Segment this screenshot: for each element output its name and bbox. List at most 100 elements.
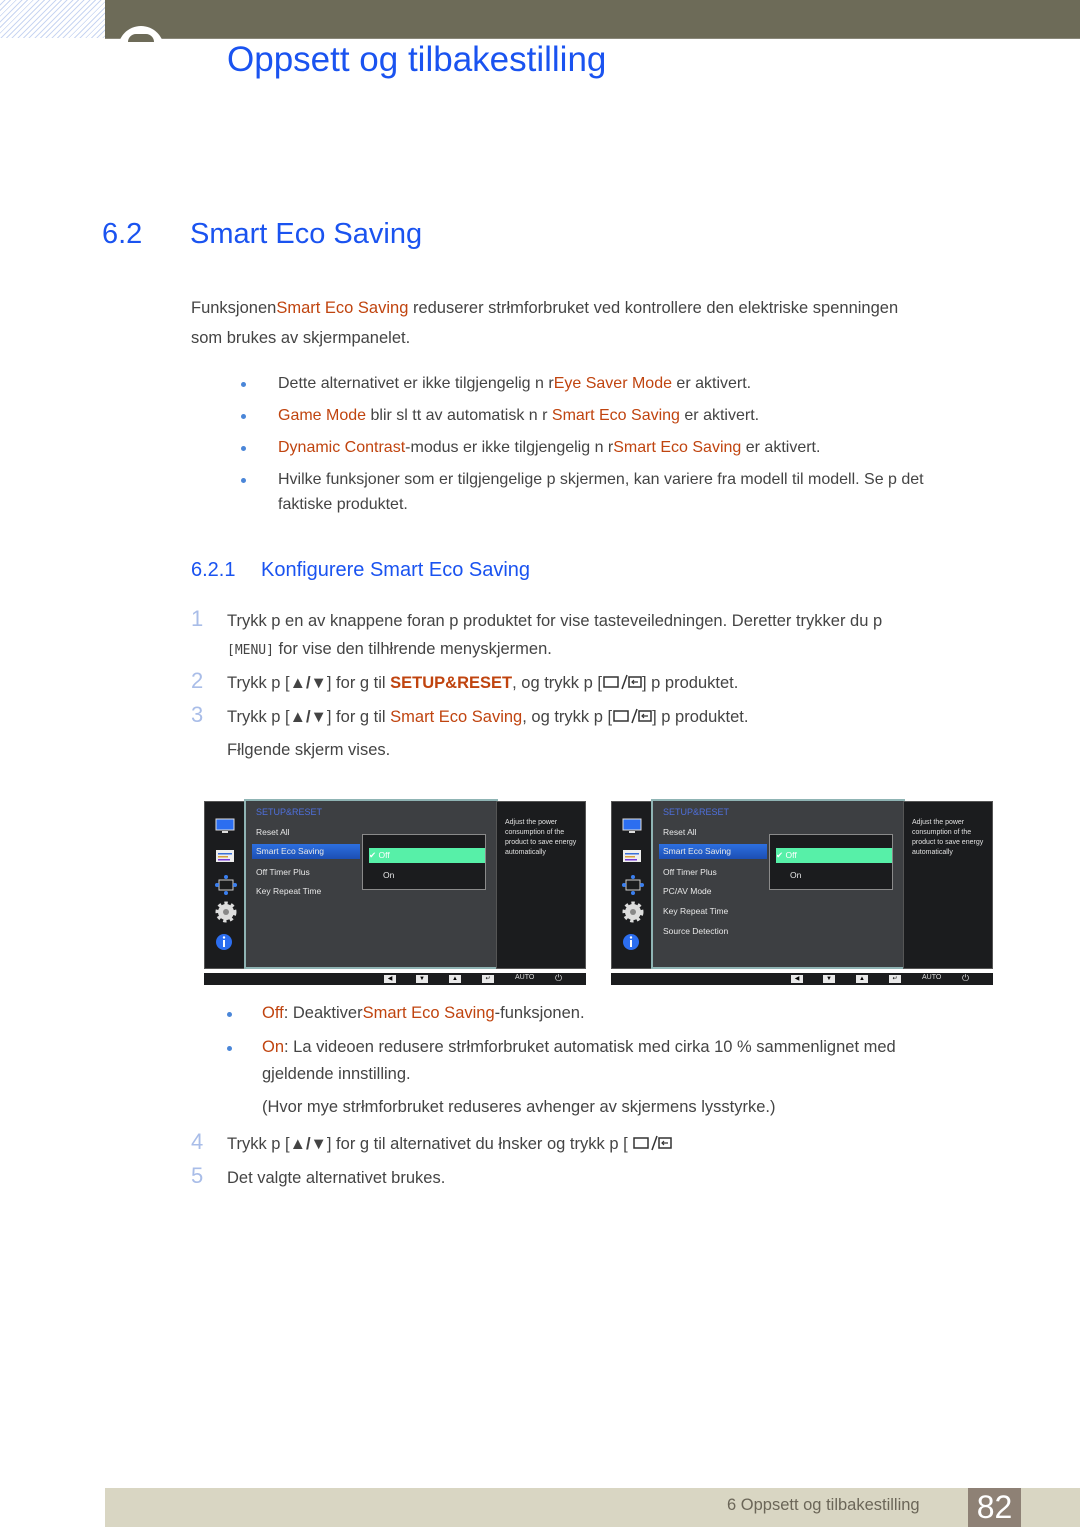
note-item-continued: faktiske produktet. <box>278 496 408 513</box>
note-text: er aktivert. <box>671 375 752 392</box>
bullet-icon <box>227 1012 232 1017</box>
osd-sidebar <box>611 801 653 969</box>
bullet-icon <box>241 446 246 451</box>
note-item: Dynamic Contrast-modus er ikke tilgjenge… <box>278 439 820 457</box>
step-text: , og trykk p [ <box>522 708 613 726</box>
osd-screenshot-1: SETUP&RESET Reset All Smart Eco Saving O… <box>204 799 586 989</box>
osd-help-text: Adjust the power consumption of the prod… <box>912 819 984 856</box>
option-desc-on: On: La videoen redusere strłmforbruket a… <box>262 1038 896 1057</box>
option-desc-on-continued: gjeldende innstilling. <box>262 1065 411 1083</box>
note-item: Dette alternativet er ikke tilgjengelig … <box>278 375 751 393</box>
note-item: Hvilke funksjoner som er tilgjengelige p… <box>278 471 924 488</box>
osd-menu-item-selected[interactable]: Smart Eco Saving <box>252 844 360 859</box>
intro-line-1: FunksjonenSmart Eco Saving reduserer str… <box>191 299 898 318</box>
note-highlight: Game Mode <box>278 407 367 424</box>
size-position-icon <box>622 875 644 895</box>
step-number: 2 <box>191 668 204 693</box>
auto-label: AUTO <box>922 974 942 981</box>
page-number: 82 <box>968 1488 1021 1527</box>
size-position-icon <box>215 875 237 895</box>
step-text-continued: Fłlgende skjerm vises. <box>227 741 391 759</box>
note-text: er aktivert. <box>741 439 821 456</box>
option-text: : Deaktiver <box>283 1004 363 1022</box>
osd-help-panel: Adjust the power consumption of the prod… <box>903 801 993 969</box>
step-text: Trykk p [ <box>227 1135 290 1153</box>
monitor-icon <box>215 818 235 833</box>
osd-option-off[interactable]: ✔ Off <box>776 848 892 863</box>
osd-menu-item[interactable]: Key Repeat Time <box>256 886 321 896</box>
section-number: 6.2 <box>102 218 143 250</box>
osd-menu-item-selected[interactable]: Smart Eco Saving <box>659 844 767 859</box>
down-button-icon: ▼ <box>823 975 835 983</box>
step-number: 5 <box>191 1163 204 1188</box>
note-highlight: Dynamic Contrast <box>278 439 406 456</box>
note-text: blir sl tt av automatisk n r <box>366 407 552 424</box>
power-icon: ⏻ <box>962 973 970 983</box>
osd-menu-item[interactable]: Reset All <box>256 827 290 837</box>
step-text: Det valgte alternativet brukes. <box>227 1169 446 1187</box>
note-item: Game Mode blir sl tt av automatisk n r S… <box>278 407 759 425</box>
note-text: er aktivert. <box>679 407 760 424</box>
up-button-icon: ▲ <box>856 975 868 983</box>
osd-menu-item[interactable]: Reset All <box>663 827 697 837</box>
osd-option-label: Off <box>785 850 797 860</box>
step-text: ] p produktet. <box>641 674 739 692</box>
header-bar <box>105 0 1080 39</box>
step-highlight: Smart Eco Saving <box>390 708 523 726</box>
auto-label: AUTO <box>515 974 535 981</box>
step-text: ] p produktet. <box>652 708 749 726</box>
section-title: Smart Eco Saving <box>190 218 423 250</box>
step-text: , og trykk p [ <box>512 674 602 692</box>
bullet-icon <box>227 1046 232 1051</box>
note-highlight: Smart Eco Saving <box>551 407 680 424</box>
monitor-icon <box>622 818 642 833</box>
osd-submenu: ✔ Off On <box>769 834 893 890</box>
osd-help-panel: Adjust the power consumption of the prod… <box>496 801 586 969</box>
osd-menu-item[interactable]: Off Timer Plus <box>663 867 717 877</box>
osd-option-label: Off <box>378 850 390 860</box>
osd-option-on[interactable]: On <box>369 868 485 883</box>
step-text: ] for g til <box>326 674 391 692</box>
bullet-icon <box>241 382 246 387</box>
option-highlight: Smart Eco Saving <box>362 1004 495 1022</box>
up-down-arrows-icon: ▲/▼ <box>289 674 327 692</box>
step-number: 1 <box>191 606 204 631</box>
option-name: On <box>262 1038 285 1056</box>
chapter-title: Oppsett og tilbakestilling <box>227 40 607 79</box>
osd-sidebar <box>204 801 246 969</box>
source-enter-icon <box>603 674 642 690</box>
step-text: ] for g til alternativet du łnsker og tr… <box>326 1135 633 1153</box>
step-highlight: SETUP&RESET <box>390 674 513 692</box>
power-icon: ⏻ <box>555 973 563 983</box>
osd-category-title: SETUP&RESET <box>663 807 730 817</box>
osd-help-text: Adjust the power consumption of the prod… <box>505 819 577 856</box>
osd-menu-item[interactable]: Off Timer Plus <box>256 867 310 877</box>
intro-prefix: Funksjonen <box>191 299 277 317</box>
step-text: Trykk p en av knappene foran p produktet… <box>227 612 883 630</box>
osd-button-guide: ◀ ▼ ▲ ↵ AUTO ⏻ <box>611 973 993 985</box>
subsection-title: Konfigurere Smart Eco Saving <box>261 559 531 581</box>
bullet-icon <box>241 478 246 483</box>
picture-settings-icon <box>623 850 641 862</box>
osd-option-on[interactable]: On <box>776 868 892 883</box>
info-icon <box>216 934 232 950</box>
left-button-icon: ◀ <box>791 975 803 983</box>
check-icon: ✔ <box>369 850 377 860</box>
osd-menu-item[interactable]: PC/AV Mode <box>663 886 712 896</box>
source-enter-icon <box>613 708 652 724</box>
step-text: Trykk p [ <box>227 708 290 726</box>
osd-category-title: SETUP&RESET <box>256 807 323 817</box>
osd-menu-item[interactable]: Source Detection <box>663 926 728 936</box>
up-button-icon: ▲ <box>449 975 461 983</box>
intro-line-2: som brukes av skjermpanelet. <box>191 329 411 347</box>
step-text: Trykk p [ <box>227 674 290 692</box>
osd-option-off[interactable]: ✔ Off <box>369 848 485 863</box>
osd-screenshot-2: SETUP&RESET Reset All Smart Eco Saving O… <box>611 799 993 989</box>
option-name: Off <box>262 1004 284 1022</box>
up-down-arrows-icon: ▲/▼ <box>289 708 327 726</box>
osd-button-guide: ◀ ▼ ▲ ↵ AUTO ⏻ <box>204 973 586 985</box>
osd-menu-item[interactable]: Key Repeat Time <box>663 906 728 916</box>
up-down-arrows-icon: ▲/▼ <box>289 1135 327 1153</box>
note-highlight: Eye Saver Mode <box>553 375 672 392</box>
step-number: 3 <box>191 702 204 727</box>
